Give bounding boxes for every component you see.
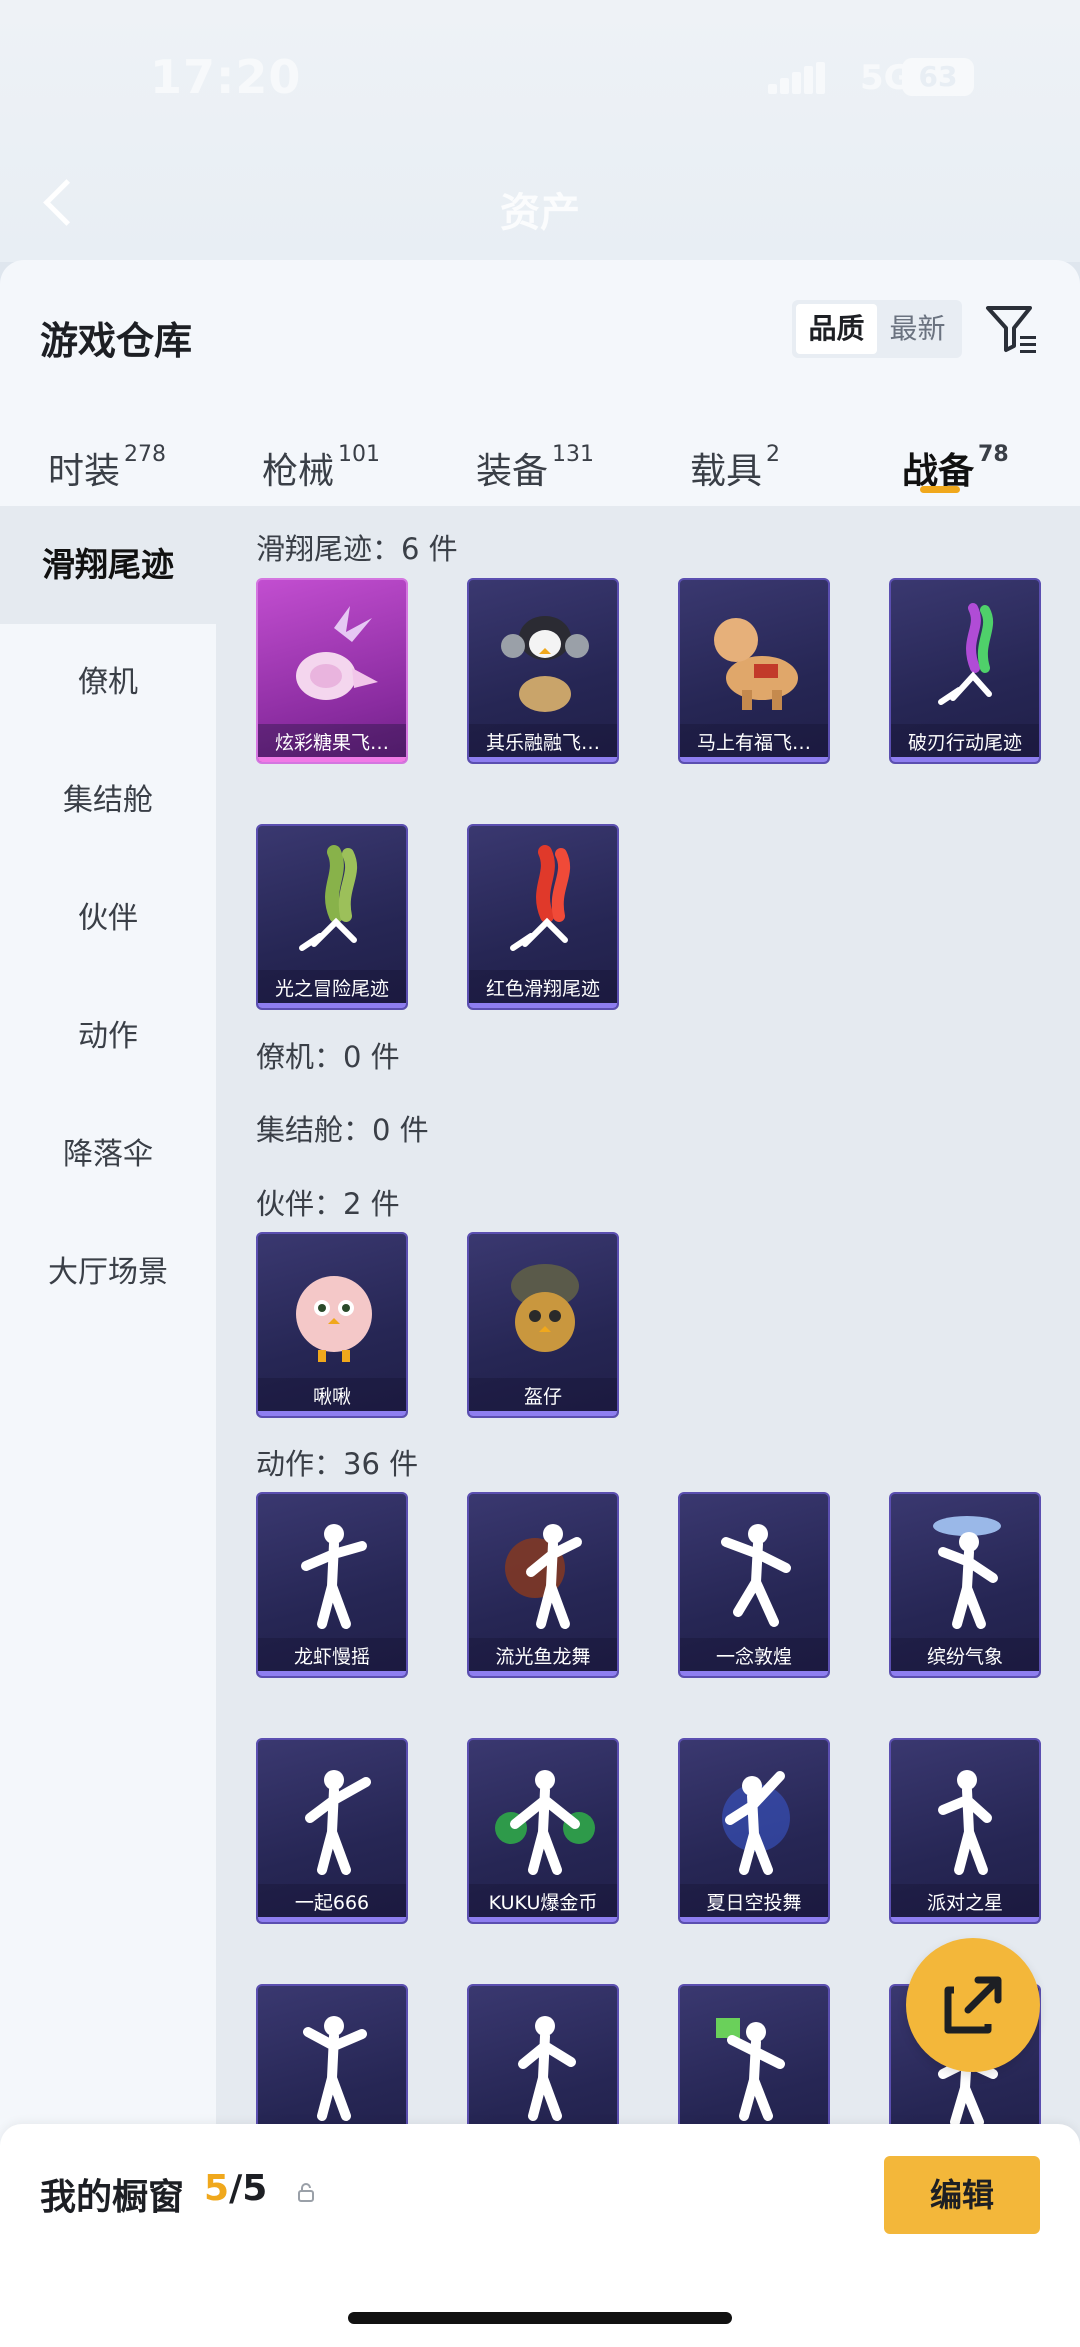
section-label-partner: 伙伴：2 件 [256, 1187, 400, 1221]
edit-button[interactable]: 编辑 [884, 2156, 1040, 2234]
section-label-trail: 滑翔尾迹：6 件 [256, 532, 458, 566]
sort-toggle: 品质 最新 [792, 300, 962, 358]
tab-label: 装备 [476, 451, 549, 492]
item-card[interactable]: 其乐融融飞… [467, 578, 619, 764]
battery-icon: 63 [902, 58, 974, 96]
tab-count: 78 [978, 442, 1009, 467]
dance-pose-icon [933, 1516, 1001, 1629]
dance-pose-icon [721, 1524, 791, 1627]
status-time: 17:20 [150, 50, 302, 104]
category-item[interactable]: 伙伴 [0, 860, 216, 978]
item-card[interactable]: 派对之星 [889, 1738, 1041, 1924]
item-card[interactable]: 盔仔 [467, 1232, 619, 1418]
category-item[interactable]: 集结舱 [0, 742, 216, 860]
section-label-emote: 动作：36 件 [256, 1447, 419, 1481]
category-item[interactable]: 动作 [0, 978, 216, 1096]
showcase-used: 5 [204, 2168, 230, 2209]
item-card[interactable]: 啾啾 [256, 1232, 408, 1418]
smoke-trail-icon [510, 845, 571, 951]
chick-icon [296, 1276, 372, 1362]
category-item[interactable]: 滑翔尾迹 [0, 506, 216, 624]
section-label-wingman: 僚机：0 件 [256, 1040, 400, 1074]
signal-icon [768, 62, 825, 94]
tab-count: 131 [552, 442, 595, 467]
item-card[interactable]: 红色滑翔尾迹 [467, 824, 619, 1010]
dance-pose-icon [716, 2018, 785, 2121]
tab-guns[interactable]: 枪械 101 [262, 442, 380, 494]
filter-icon[interactable] [984, 302, 1040, 358]
tab-label: 时装 [48, 451, 121, 492]
tab-bar: 时装 278 枪械 101 装备 131 载具 2 战备 78 [0, 420, 1080, 506]
tab-label: 载具 [690, 451, 763, 492]
sheet-title: 游戏仓库 [40, 319, 193, 363]
category-item[interactable]: 降落伞 [0, 1096, 216, 1214]
dance-pose-icon [518, 2016, 576, 2121]
dance-pose-icon [938, 1770, 992, 1875]
share-icon [944, 1976, 1002, 2034]
showcase-count: 5/5 [204, 2168, 268, 2209]
sort-quality-button[interactable]: 品质 [796, 304, 877, 354]
tab-count: 278 [124, 442, 167, 467]
active-tab-indicator [920, 486, 960, 493]
page-title: 资产 [500, 190, 580, 236]
dance-pose-icon [505, 1524, 582, 1629]
tab-vehicles[interactable]: 载具 2 [690, 442, 780, 494]
item-card[interactable]: 马上有福飞… [678, 578, 830, 764]
dance-pose-icon [722, 1771, 790, 1875]
candy-trail-icon [296, 606, 378, 700]
header-area: 17:20 5G 63 资产 [0, 0, 1080, 262]
showcase-bar: 我的橱窗 5/5 编辑 [0, 2124, 1080, 2347]
horse-icon [714, 618, 798, 710]
item-card[interactable]: 破刃行动尾迹 [889, 578, 1041, 764]
tab-equipment[interactable]: 装备 131 [476, 442, 594, 494]
dance-pose-icon [301, 1524, 367, 1629]
category-item[interactable]: 大厅场景 [0, 1214, 216, 1332]
item-card[interactable]: 光之冒险尾迹 [256, 824, 408, 1010]
item-card[interactable]: 一起666 [256, 1738, 408, 1924]
category-item[interactable]: 僚机 [0, 624, 216, 742]
tab-count: 101 [338, 442, 381, 467]
section-label-pod: 集结舱：0 件 [256, 1113, 429, 1147]
dance-pose-icon [495, 1770, 595, 1875]
tab-label: 枪械 [262, 451, 335, 492]
penguin-icon [501, 616, 589, 712]
helmet-chick-icon [511, 1264, 579, 1352]
dance-pose-icon [303, 2016, 367, 2121]
item-card[interactable]: 炫彩糖果飞… [256, 578, 408, 764]
smoke-trail-icon [938, 603, 994, 705]
dance-pose-icon [305, 1770, 371, 1875]
item-card[interactable]: KUKU爆金币 [467, 1738, 619, 1924]
share-button[interactable] [906, 1938, 1040, 2072]
item-card[interactable]: 一念敦煌 [678, 1492, 830, 1678]
item-card[interactable]: 缤纷气象 [889, 1492, 1041, 1678]
smoke-trail-icon [299, 845, 358, 951]
back-icon[interactable] [40, 178, 80, 228]
tab-count: 2 [766, 442, 781, 467]
home-indicator [348, 2312, 732, 2324]
item-card[interactable]: 流光鱼龙舞 [467, 1492, 619, 1678]
item-card[interactable]: 夏日空投舞 [678, 1738, 830, 1924]
showcase-total: 5 [242, 2168, 268, 2209]
sort-latest-button[interactable]: 最新 [877, 304, 958, 354]
tab-fashion[interactable]: 时装 278 [48, 442, 166, 494]
lock-icon [298, 2183, 314, 2202]
showcase-title: 我的橱窗 [40, 2177, 185, 2218]
item-card[interactable]: 龙虾慢摇 [256, 1492, 408, 1678]
category-list: 滑翔尾迹 僚机 集结舱 伙伴 动作 降落伞 大厅场景 [0, 506, 216, 2347]
